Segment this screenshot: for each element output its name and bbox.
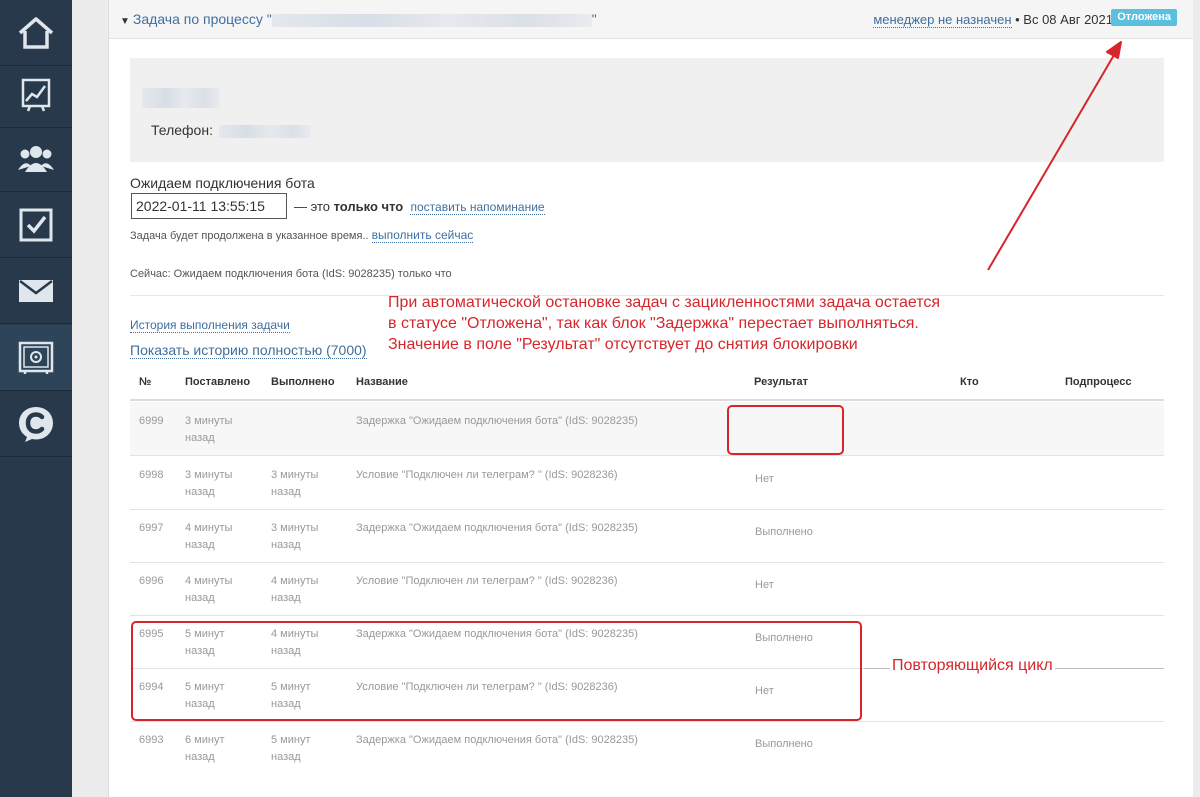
sidebar-item-processes[interactable] xyxy=(0,325,72,391)
cell-set: 3 минуты назад xyxy=(185,415,233,444)
wait-block-title: Ожидаем подключения бота xyxy=(130,175,315,191)
cell-set: 3 минуты назад xyxy=(185,469,233,498)
redacted-process-name xyxy=(271,13,592,27)
datetime-input[interactable] xyxy=(131,193,287,219)
cell-done: 4 минуты назад xyxy=(271,575,319,604)
resume-note: Задача будет продолжена в указанное врем… xyxy=(130,228,474,243)
mail-icon xyxy=(19,279,53,302)
toggle-suffix: " xyxy=(591,11,597,27)
users-icon xyxy=(18,145,54,172)
cell-result: Нет xyxy=(755,579,774,591)
checkbox-icon xyxy=(19,208,53,241)
sidebar-item-mail[interactable] xyxy=(0,258,72,324)
cell-num: 6996 xyxy=(139,575,164,587)
annotation-note: При автоматической остановке задач с зац… xyxy=(388,292,940,355)
cell-result: Нет xyxy=(755,473,774,485)
wait-note-bold: только что xyxy=(333,199,404,214)
phone-row: Телефон: xyxy=(151,122,311,138)
sidebar xyxy=(0,0,72,797)
cell-set: 4 минуты назад xyxy=(185,575,233,604)
table-row[interactable]: 6999 3 минуты назад Задержка "Ожидаем по… xyxy=(130,402,1164,456)
annotation-line: в статусе "Отложена", так как блок "Заде… xyxy=(388,315,919,332)
home-icon xyxy=(18,16,54,49)
sidebar-item-tasks[interactable] xyxy=(0,192,72,258)
redacted-contact-name xyxy=(142,88,220,108)
annotation-line: Значение в поле "Результат" отсутствует … xyxy=(388,336,858,353)
cell-name: Условие "Подключен ли телеграм? " (IdS: … xyxy=(356,469,618,481)
col-header-result: Результат xyxy=(754,376,809,388)
table-row[interactable]: 6996 4 минуты назад 4 минуты назад Услов… xyxy=(130,562,1164,616)
table-row[interactable]: 6998 3 минуты назад 3 минуты назад Услов… xyxy=(130,456,1164,510)
chart-icon xyxy=(21,78,51,111)
table-header-line xyxy=(130,399,1164,401)
col-header-name: Название xyxy=(356,376,408,388)
current-status: Сейчас: Ожидаем подключения бота (IdS: 9… xyxy=(130,268,452,280)
cell-done: 3 минуты назад xyxy=(271,522,319,551)
col-header-done: Выполнено xyxy=(271,376,335,388)
cell-result: Выполнено xyxy=(755,526,813,538)
history-link[interactable]: История выполнения задачи xyxy=(130,318,290,333)
cell-name: Задержка "Ожидаем подключения бота" (IdS… xyxy=(356,522,638,534)
wait-note: — это только что поставить напоминание xyxy=(294,199,545,215)
status-badge: Отложена xyxy=(1111,9,1177,26)
cell-num: 6993 xyxy=(139,734,164,746)
col-header-who: Кто xyxy=(960,376,979,388)
resume-text: Задача будет продолжена в указанное врем… xyxy=(130,230,372,242)
result-highlight-box xyxy=(727,405,844,455)
cell-num: 6997 xyxy=(139,522,164,534)
table-row[interactable]: 6997 4 минуты назад 3 минуты назад Задер… xyxy=(130,509,1164,563)
annotation-line: При автоматической остановке задач с зац… xyxy=(388,294,941,311)
run-now-link[interactable]: выполнить сейчас xyxy=(371,228,474,243)
col-header-subprocess: Подпроцесс xyxy=(1065,376,1132,388)
safe-icon xyxy=(18,341,54,374)
sidebar-item-contacts[interactable] xyxy=(0,126,72,192)
redacted-phone xyxy=(218,124,311,138)
manager-link[interactable]: менеджер не назначен xyxy=(873,12,1012,28)
cell-num: 6999 xyxy=(139,415,164,427)
cell-result: Выполнено xyxy=(755,738,813,750)
sidebar-item-home[interactable] xyxy=(0,0,72,66)
history-full-link[interactable]: Показать историю полностью (7000) xyxy=(130,342,367,359)
cell-num: 6998 xyxy=(139,469,164,481)
cycle-highlight-box xyxy=(131,621,862,721)
cell-done: 3 минуты назад xyxy=(271,469,319,498)
toggle-prefix: Задача по процессу " xyxy=(132,11,272,27)
task-header: ▼ Задача по процессу " " менеджер не назна… xyxy=(109,0,1193,39)
c-logo-icon xyxy=(19,406,53,442)
cycle-label: Повторяющийся цикл xyxy=(890,657,1055,675)
cell-name: Задержка "Ожидаем подключения бота" (IdS… xyxy=(356,734,638,746)
cell-set: 4 минуты назад xyxy=(185,522,233,551)
wait-note-prefix: — это xyxy=(294,199,334,214)
task-meta: менеджер не назначен • Вс 08 Авг 2021 xyxy=(873,12,1113,28)
triangle-down-icon: ▼ xyxy=(120,16,130,27)
cell-name: Задержка "Ожидаем подключения бота" (IdS… xyxy=(356,415,638,427)
cell-set: 6 минут назад xyxy=(185,734,225,763)
task-process-toggle[interactable]: ▼ Задача по процессу " " xyxy=(120,11,597,27)
col-header-num: № xyxy=(139,376,152,388)
col-header-set: Поставлено xyxy=(185,376,251,388)
cell-name: Условие "Подключен ли телеграм? " (IdS: … xyxy=(356,575,618,587)
set-reminder-link[interactable]: поставить напоминание xyxy=(410,200,545,215)
sidebar-item-analytics[interactable] xyxy=(0,62,72,128)
task-date: • Вс 08 Авг 2021 xyxy=(1011,12,1113,27)
contact-card: Телефон: xyxy=(130,58,1164,162)
phone-label: Телефон: xyxy=(151,122,213,138)
table-row[interactable]: 6993 6 минут назад 5 минут назад Задержк… xyxy=(130,721,1164,797)
sidebar-item-brand[interactable] xyxy=(0,391,72,457)
cell-done: 5 минут назад xyxy=(271,734,311,763)
